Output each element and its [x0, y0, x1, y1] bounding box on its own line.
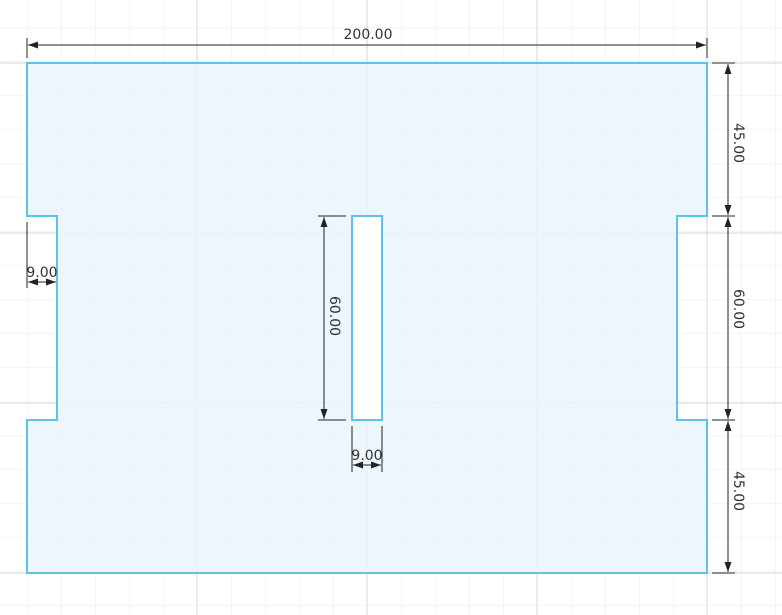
center-slot[interactable] — [351, 215, 383, 421]
overall-width-label: 200.00 — [344, 27, 393, 43]
bottom-height-label: 45.00 — [730, 471, 746, 511]
sketch-canvas[interactable]: 200.00 45.00 60.00 45.00 9.00 60.00 9.00 — [0, 0, 782, 615]
top-height-label: 45.00 — [730, 123, 746, 163]
slot-height-label: 60.00 — [326, 296, 342, 336]
slot-width-label: 9.00 — [351, 448, 382, 464]
middle-height-label: 60.00 — [730, 289, 746, 329]
left-notch-label: 9.00 — [26, 265, 57, 281]
